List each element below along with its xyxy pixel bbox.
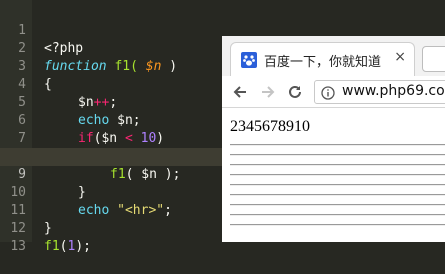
hr-divider	[230, 144, 445, 146]
code-line[interactable]: 1 <?php	[0, 4, 445, 56]
address-bar[interactable]: www.php69.com	[314, 80, 445, 104]
code-text: f1(1);	[44, 239, 91, 254]
close-icon[interactable]: ×	[394, 49, 406, 65]
page-content: 2345678910	[222, 108, 445, 242]
browser-window: 百度一下，你就知道 × www.php69.com 2345678910	[222, 36, 445, 242]
line-number: 13	[10, 239, 26, 254]
hr-divider	[230, 184, 445, 186]
forward-arrow-icon[interactable]	[259, 83, 277, 101]
tab-bar: 百度一下，你就知道 ×	[222, 36, 445, 76]
hr-divider	[230, 204, 445, 206]
reload-icon[interactable]	[286, 83, 304, 101]
url-text: www.php69.com	[342, 83, 445, 99]
browser-toolbar: www.php69.com	[222, 76, 445, 108]
hr-divider	[230, 194, 445, 196]
browser-tab[interactable]: 百度一下，你就知道 ×	[230, 42, 415, 76]
hr-divider	[230, 224, 445, 226]
info-icon[interactable]	[321, 85, 335, 100]
new-tab-button[interactable]	[422, 46, 445, 72]
back-arrow-icon[interactable]	[231, 83, 249, 101]
tab-title: 百度一下，你就知道	[264, 55, 382, 70]
baidu-paw-icon	[241, 52, 257, 68]
hr-divider	[230, 164, 445, 166]
hr-divider	[230, 214, 445, 216]
hr-divider	[230, 154, 445, 156]
hr-divider	[230, 174, 445, 176]
echo-output: 2345678910	[230, 118, 310, 135]
